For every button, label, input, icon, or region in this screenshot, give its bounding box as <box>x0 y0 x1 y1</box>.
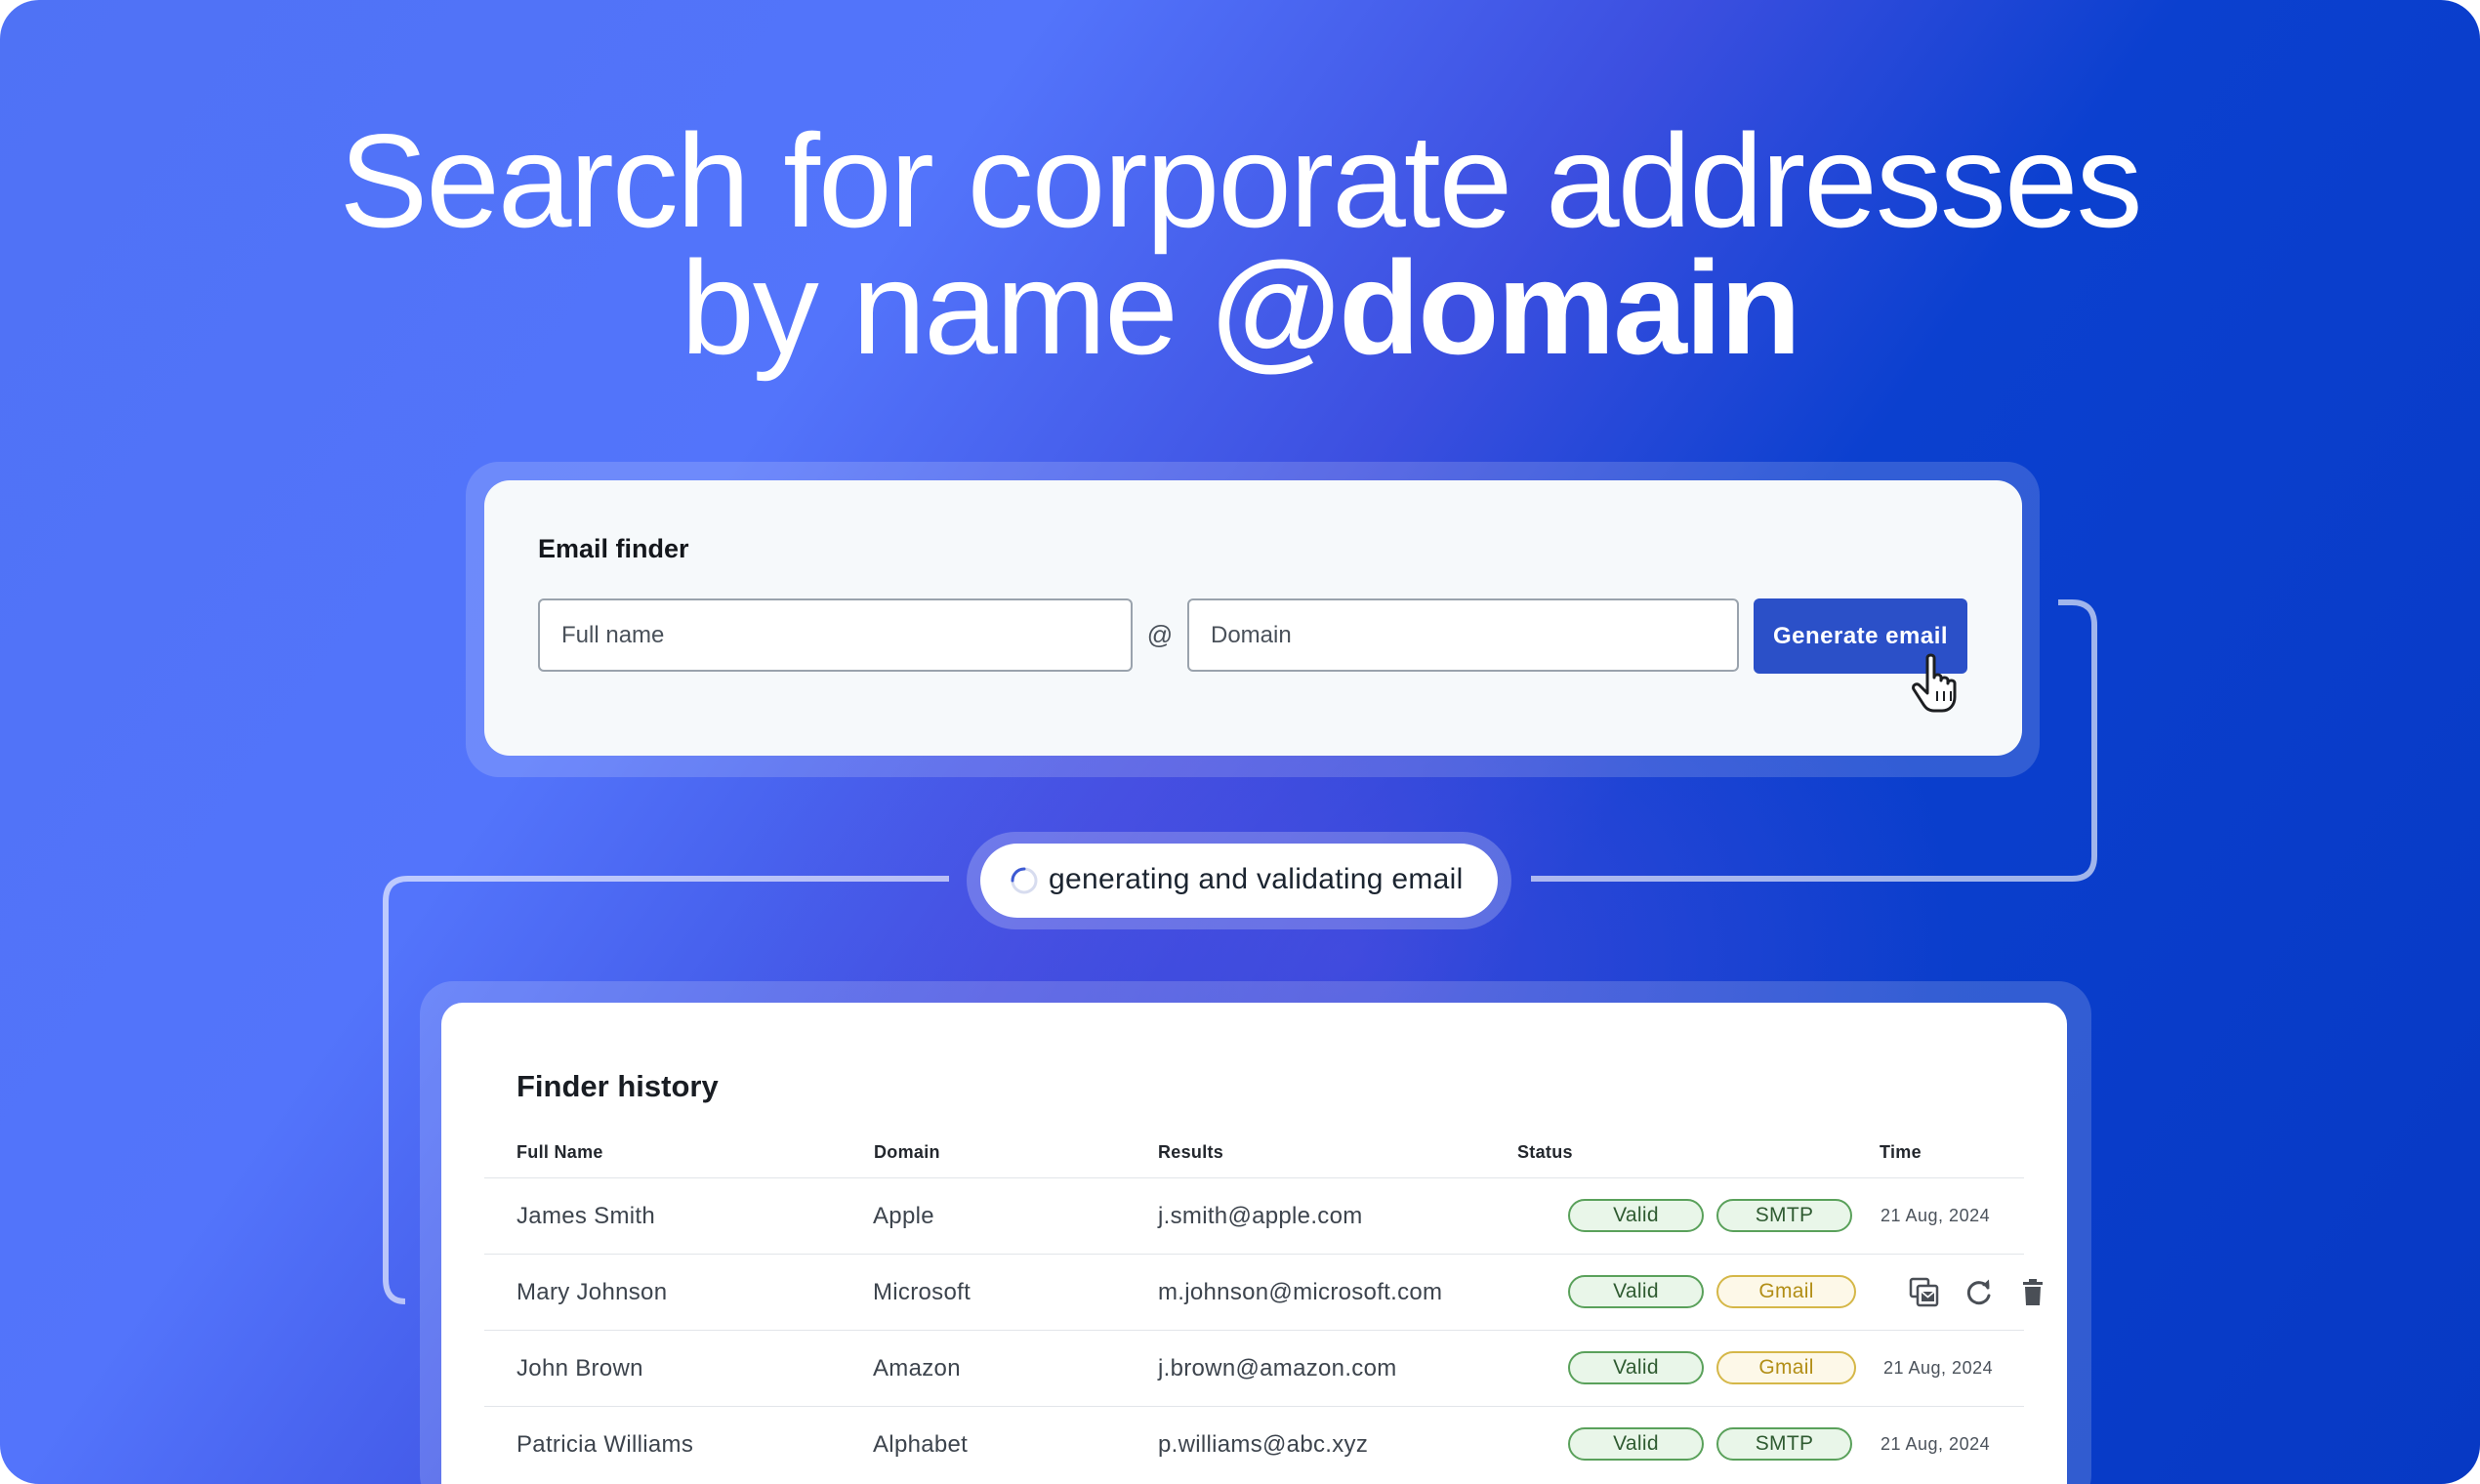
row-domain: Microsoft <box>873 1279 971 1305</box>
row-domain: Apple <box>873 1203 934 1229</box>
email-finder-card: Email finder @ Generate email <box>484 480 2022 756</box>
column-header-full-name: Full Name <box>517 1142 603 1162</box>
row-full-name: James Smith <box>517 1203 656 1229</box>
status-badge-valid: Valid <box>1568 1427 1704 1461</box>
table-row[interactable]: Patricia Williams Alphabet p.williams@ab… <box>484 1406 2024 1483</box>
email-finder-title: Email finder <box>538 534 689 563</box>
copy-email-icon[interactable] <box>1908 1276 1941 1309</box>
background-canvas: Search for corporate addresses by name @… <box>0 0 2480 1484</box>
loading-spinner-icon <box>1011 867 1038 894</box>
trash-icon[interactable] <box>2016 1276 2049 1309</box>
row-domain: Alphabet <box>873 1431 969 1458</box>
row-result-email[interactable]: p.williams@abc.xyz <box>1158 1431 1368 1459</box>
row-time: 21 Aug, 2024 <box>1881 1434 1991 1454</box>
finder-history-title: Finder history <box>517 1069 719 1103</box>
column-header-time: Time <box>1880 1142 1922 1162</box>
row-result-email[interactable]: m.johnson@microsoft.com <box>1158 1279 1442 1306</box>
provider-badge-smtp: SMTP <box>1716 1427 1852 1461</box>
table-row[interactable]: James Smith Apple j.smith@apple.com Vali… <box>484 1177 2024 1255</box>
column-header-status: Status <box>1517 1142 1573 1162</box>
column-header-results: Results <box>1158 1142 1224 1162</box>
row-result-email[interactable]: j.smith@apple.com <box>1158 1203 1363 1230</box>
column-header-domain: Domain <box>874 1142 940 1162</box>
domain-input[interactable] <box>1187 598 1739 672</box>
row-result-email[interactable]: j.brown@amazon.com <box>1158 1355 1397 1382</box>
refresh-icon[interactable] <box>1963 1276 1996 1309</box>
provider-badge-smtp: SMTP <box>1716 1199 1852 1232</box>
finder-history-card: Finder history Full Name Domain Results … <box>441 1003 2067 1484</box>
row-domain: Amazon <box>873 1355 961 1381</box>
hand-pointer-cursor-icon <box>1912 653 1957 713</box>
row-time: 21 Aug, 2024 <box>1883 1358 1994 1378</box>
row-full-name: John Brown <box>517 1355 643 1381</box>
row-time: 21 Aug, 2024 <box>1881 1206 1991 1225</box>
row-full-name: Patricia Williams <box>517 1431 694 1458</box>
status-pill-text: generating and validating email <box>1049 863 1464 895</box>
status-pill: generating and validating email <box>980 844 1498 918</box>
row-full-name: Mary Johnson <box>517 1279 668 1305</box>
provider-badge-gmail: Gmail <box>1716 1351 1856 1384</box>
status-badge-valid: Valid <box>1568 1199 1704 1232</box>
at-sign-label: @ <box>1146 620 1174 649</box>
provider-badge-gmail: Gmail <box>1716 1275 1856 1308</box>
status-badge-valid: Valid <box>1568 1351 1704 1384</box>
status-badge-valid: Valid <box>1568 1275 1704 1308</box>
full-name-input[interactable] <box>538 598 1133 672</box>
table-row[interactable]: John Brown Amazon j.brown@amazon.com Val… <box>484 1330 2024 1407</box>
table-row[interactable]: Mary Johnson Microsoft m.johnson@microso… <box>484 1254 2043 1331</box>
